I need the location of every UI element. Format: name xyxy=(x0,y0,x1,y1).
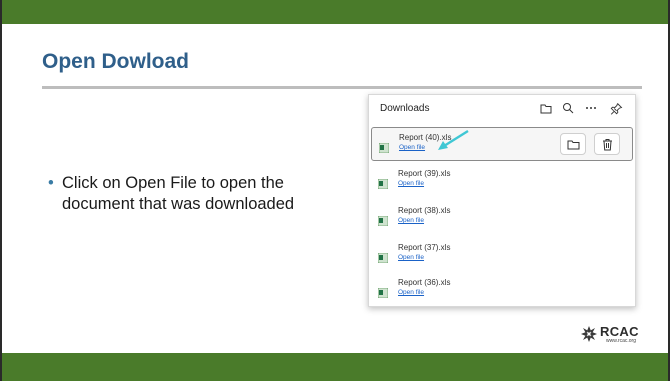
file-name: Report (38).xls xyxy=(398,206,451,215)
more-icon[interactable] xyxy=(584,101,598,115)
open-file-link[interactable]: Open file xyxy=(398,217,424,224)
excel-file-icon xyxy=(377,213,389,227)
logo-name: RCAC xyxy=(600,324,639,339)
download-item[interactable]: Report (36).xls Open file xyxy=(371,273,633,307)
download-item[interactable]: Report (39).xls Open file xyxy=(371,164,633,198)
excel-file-icon xyxy=(377,285,389,299)
search-icon[interactable] xyxy=(561,101,575,115)
bullet-dot-icon: • xyxy=(48,174,54,192)
file-name: Report (36).xls xyxy=(398,278,451,287)
slide-title: Open Dowload xyxy=(42,50,189,73)
downloads-panel: Downloads Report (40).xls Open file Repo… xyxy=(368,94,636,307)
pin-icon[interactable] xyxy=(609,101,623,115)
rcac-logo: RCAC www.rcac.org xyxy=(580,324,646,346)
bullet-point: • Click on Open File to open the documen… xyxy=(48,173,348,215)
folder-icon[interactable] xyxy=(539,101,553,115)
open-file-link[interactable]: Open file xyxy=(398,254,424,261)
top-band xyxy=(2,0,668,24)
file-name: Report (37).xls xyxy=(398,243,451,252)
file-name: Report (39).xls xyxy=(398,169,451,178)
downloads-header: Downloads xyxy=(369,95,635,123)
bullet-text: Click on Open File to open the document … xyxy=(62,174,295,213)
slide: Open Dowload • Click on Open File to ope… xyxy=(0,0,670,381)
folder-icon xyxy=(567,140,579,149)
title-divider xyxy=(42,86,642,89)
excel-file-icon xyxy=(378,140,390,154)
download-item[interactable]: Report (38).xls Open file xyxy=(371,201,633,235)
delete-button[interactable] xyxy=(594,133,620,155)
excel-file-icon xyxy=(377,250,389,264)
logo-url: www.rcac.org xyxy=(606,338,637,344)
excel-file-icon xyxy=(377,176,389,190)
show-in-folder-button[interactable] xyxy=(560,133,586,155)
trash-icon xyxy=(602,138,612,150)
download-item[interactable]: Report (40).xls Open file xyxy=(371,127,633,161)
rcac-logo-icon xyxy=(581,326,597,342)
open-file-link[interactable]: Open file xyxy=(399,144,425,151)
callout-arrow-icon xyxy=(438,129,469,150)
bottom-band xyxy=(2,353,668,381)
downloads-title: Downloads xyxy=(380,103,430,114)
open-file-link[interactable]: Open file xyxy=(398,289,424,296)
download-item[interactable]: Report (37).xls Open file xyxy=(371,238,633,272)
open-file-link[interactable]: Open file xyxy=(398,180,424,187)
